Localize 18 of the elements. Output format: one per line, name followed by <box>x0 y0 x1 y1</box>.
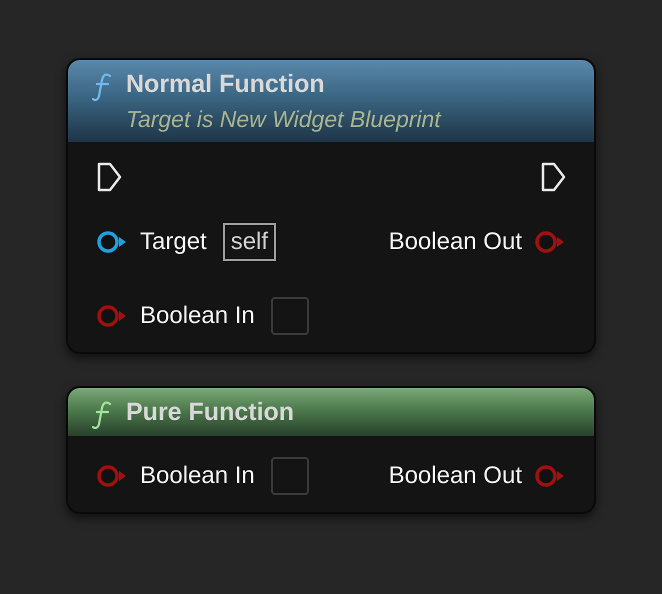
function-node[interactable]: Normal Function Target is New Widget Blueprint Target self Boolean Out Boolean In <box>66 58 596 354</box>
exec-pin-icon[interactable] <box>540 162 566 192</box>
pin-label: Boolean Out <box>388 227 522 257</box>
exec-pin-icon[interactable] <box>96 162 122 192</box>
node-subtitle: Target is New Widget Blueprint <box>126 105 441 134</box>
pin-label: Boolean In <box>140 461 255 491</box>
checkbox[interactable] <box>270 457 309 495</box>
pin-label: Target <box>140 227 207 257</box>
checkbox[interactable] <box>270 297 309 335</box>
value-field[interactable]: self <box>222 223 276 261</box>
node-title: Pure Function <box>126 397 294 428</box>
pin-label: Boolean Out <box>388 461 522 491</box>
node-title: Normal Function <box>126 69 326 100</box>
pin-icon[interactable] <box>96 230 128 254</box>
function-icon <box>92 400 114 430</box>
pin-label: Boolean In <box>140 301 255 331</box>
function-node[interactable]: Pure Function Boolean In Boolean Out <box>66 386 596 514</box>
function-icon <box>92 72 114 102</box>
